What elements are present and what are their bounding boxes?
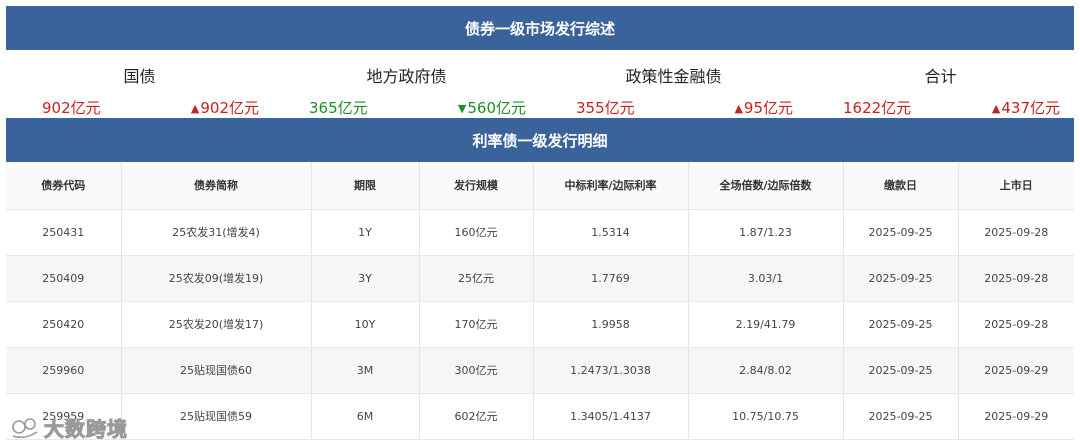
- watermark-logo-icon: [12, 418, 38, 439]
- col-header-rate: 中标利率/边际利率: [533, 162, 689, 210]
- cell-name: 25贴现国债59: [121, 393, 312, 440]
- cell-multiple: 3.03/1: [688, 255, 844, 302]
- cell-listing-date: 2025-09-28: [958, 209, 1074, 256]
- cell-code: 250409: [6, 255, 122, 302]
- cell-name: 25农发20(增发17): [121, 301, 312, 348]
- cell-rate: 1.7769: [533, 255, 689, 302]
- cell-term: 3M: [311, 347, 420, 394]
- summary-amount: 902亿元: [42, 99, 101, 117]
- watermark: 大数跨境: [10, 412, 128, 442]
- cell-size: 170亿元: [419, 301, 534, 348]
- table-row: 259959 25贴现国债59 6M 602亿元 1.3405/1.4137 1…: [6, 393, 1074, 440]
- cell-term: 10Y: [311, 301, 420, 348]
- cell-name: 25农发31(增发4): [121, 209, 312, 256]
- cell-size: 25亿元: [419, 255, 534, 302]
- cell-rate: 1.9958: [533, 301, 689, 348]
- cell-name: 25贴现国债60: [121, 347, 312, 394]
- cell-payment-date: 2025-09-25: [843, 347, 959, 394]
- cell-listing-date: 2025-09-29: [958, 393, 1074, 440]
- change-arrow-icon: ▲: [734, 102, 743, 115]
- summary-title: 合计: [924, 67, 957, 86]
- summary-title: 政策性金融债: [625, 67, 722, 86]
- summary-amount: 1622亿元: [843, 99, 912, 117]
- cell-code: 250420: [6, 301, 122, 348]
- summary-local-gov: 地方政府债 365亿元 ▼560亿元: [273, 50, 540, 118]
- summary-change: ▲902亿元: [190, 99, 259, 117]
- cell-payment-date: 2025-09-25: [843, 393, 959, 440]
- table-row: 250420 25农发20(增发17) 10Y 170亿元 1.9958 2.1…: [6, 301, 1074, 348]
- cell-listing-date: 2025-09-29: [958, 347, 1074, 394]
- table-row: 259960 25贴现国债60 3M 300亿元 1.2473/1.3038 2…: [6, 347, 1074, 394]
- table-header-row: 债券代码 债券简称 期限 发行规模 中标利率/边际利率 全场倍数/边际倍数 缴款…: [6, 162, 1074, 210]
- change-arrow-icon: ▲: [991, 102, 1001, 115]
- summary-change: ▲95亿元: [734, 99, 793, 117]
- cell-code: 250431: [6, 209, 122, 256]
- summary-change: ▼560亿元: [457, 99, 526, 117]
- cell-multiple: 10.75/10.75: [688, 393, 844, 440]
- cell-rate: 1.5314: [533, 209, 689, 256]
- cell-multiple: 1.87/1.23: [688, 209, 844, 256]
- summary-amount: 365亿元: [309, 99, 368, 117]
- summary-treasury: 国债 902亿元 ▲902亿元: [6, 50, 273, 118]
- cell-listing-date: 2025-09-28: [958, 301, 1074, 348]
- col-header-term: 期限: [311, 162, 420, 210]
- col-header-payment-date: 缴款日: [843, 162, 959, 210]
- cell-payment-date: 2025-09-25: [843, 255, 959, 302]
- issuance-summary: 国债 902亿元 ▲902亿元 地方政府债 365亿元 ▼560亿元 政策性金融…: [6, 50, 1074, 118]
- summary-policy-bank: 政策性金融债 355亿元 ▲95亿元: [540, 50, 807, 118]
- cell-size: 602亿元: [419, 393, 534, 440]
- table-row: 250431 25农发31(增发4) 1Y 160亿元 1.5314 1.87/…: [6, 209, 1074, 256]
- cell-name: 25农发09(增发19): [121, 255, 312, 302]
- detail-banner: 利率债一级发行明细: [6, 118, 1074, 162]
- change-arrow-icon: ▼: [457, 102, 467, 115]
- cell-size: 300亿元: [419, 347, 534, 394]
- table-row: 250409 25农发09(增发19) 3Y 25亿元 1.7769 3.03/…: [6, 255, 1074, 302]
- col-header-multiple: 全场倍数/边际倍数: [688, 162, 844, 210]
- summary-banner: 债券一级市场发行综述: [6, 6, 1074, 50]
- cell-term: 6M: [311, 393, 420, 440]
- change-arrow-icon: ▲: [190, 102, 200, 115]
- issuance-detail-table: 债券代码 债券简称 期限 发行规模 中标利率/边际利率 全场倍数/边际倍数 缴款…: [6, 162, 1074, 440]
- cell-listing-date: 2025-09-28: [958, 255, 1074, 302]
- col-header-code: 债券代码: [6, 162, 122, 210]
- watermark-text: 大数跨境: [44, 416, 128, 441]
- col-header-size: 发行规模: [419, 162, 534, 210]
- summary-total: 合计 1622亿元 ▲437亿元: [807, 50, 1074, 118]
- col-header-listing-date: 上市日: [958, 162, 1074, 210]
- summary-amount: 355亿元: [576, 99, 635, 117]
- cell-term: 3Y: [311, 255, 420, 302]
- cell-rate: 1.2473/1.3038: [533, 347, 689, 394]
- cell-multiple: 2.84/8.02: [688, 347, 844, 394]
- cell-payment-date: 2025-09-25: [843, 301, 959, 348]
- summary-change: ▲437亿元: [991, 99, 1060, 117]
- cell-payment-date: 2025-09-25: [843, 209, 959, 256]
- cell-rate: 1.3405/1.4137: [533, 393, 689, 440]
- cell-term: 1Y: [311, 209, 420, 256]
- cell-multiple: 2.19/41.79: [688, 301, 844, 348]
- summary-title: 地方政府债: [366, 67, 447, 86]
- col-header-name: 债券简称: [121, 162, 312, 210]
- summary-title: 国债: [123, 67, 156, 86]
- cell-size: 160亿元: [419, 209, 534, 256]
- cell-code: 259960: [6, 347, 122, 394]
